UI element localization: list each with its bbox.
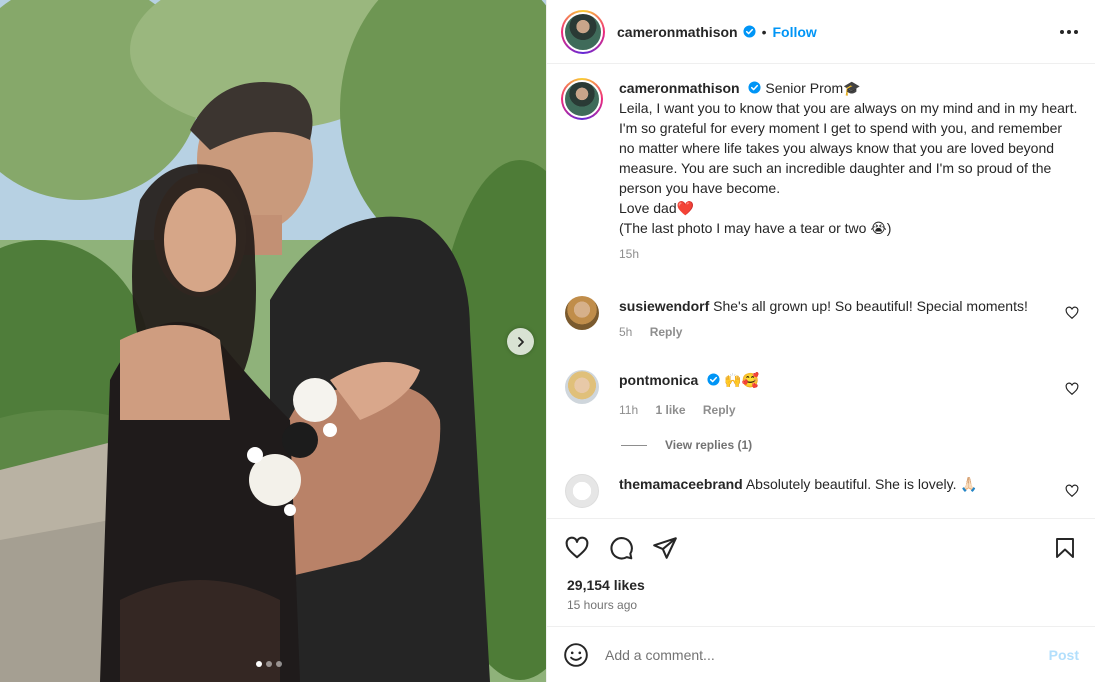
save-button[interactable] [1051, 534, 1079, 562]
action-bar [563, 519, 1079, 577]
chevron-right-icon [517, 336, 524, 347]
comment-input[interactable] [605, 646, 1049, 663]
verified-badge-icon [748, 81, 762, 94]
commenter-username[interactable]: themamaceebrand [619, 476, 743, 492]
comment-button[interactable] [607, 534, 635, 562]
carousel-next-button[interactable] [507, 328, 534, 355]
post-caption: cameronmathison Senior Prom🎓 Leila, I wa… [561, 78, 1079, 264]
comment-composer: Post [547, 626, 1095, 682]
replies-divider-line [621, 444, 647, 446]
separator-dot: • [761, 23, 767, 40]
follow-button[interactable]: Follow [773, 24, 817, 40]
comment-timestamp[interactable]: 11h [619, 403, 638, 417]
commenter-avatar[interactable] [565, 296, 599, 330]
verified-badge-icon [743, 25, 756, 38]
commenter-username[interactable]: pontmonica [619, 372, 698, 388]
post-header: cameronmathison • Follow [547, 0, 1095, 64]
caption-text: Leila, I want you to know that you are a… [619, 100, 1078, 236]
heart-icon[interactable] [1065, 484, 1079, 498]
caption-author-avatar[interactable] [561, 78, 603, 120]
comments-section[interactable]: cameronmathison Senior Prom🎓 Leila, I wa… [547, 64, 1095, 518]
like-button[interactable] [563, 534, 591, 562]
heart-icon[interactable] [1065, 306, 1079, 320]
more-options-button[interactable] [1057, 20, 1081, 44]
comment-item: susiewendorf She's all grown up! So beau… [561, 296, 1079, 342]
author-avatar[interactable] [561, 9, 605, 54]
reply-button[interactable]: Reply [703, 403, 736, 417]
verified-badge-icon [707, 373, 720, 386]
comment-item: themamaceebrand Absolutely beautiful. Sh… [561, 474, 1079, 508]
carousel-dot-3 [276, 661, 282, 667]
comment-text: She's all grown up! So beautiful! Specia… [713, 298, 1028, 314]
heart-icon[interactable] [1065, 382, 1079, 396]
comment-timestamp[interactable]: 5h [619, 325, 632, 339]
share-icon [653, 537, 677, 559]
comment-meta: 5h Reply [619, 322, 1053, 342]
comment-icon [610, 537, 633, 560]
carousel-dot-1 [256, 661, 262, 667]
comment-meta: 11h 1 like Reply [619, 400, 1053, 420]
comment-likes-count[interactable]: 1 like [655, 403, 685, 417]
post-actions-section: 29,154 likes 15 hours ago [547, 518, 1095, 626]
view-replies-button[interactable]: View replies (1) [621, 438, 1079, 452]
reply-button[interactable]: Reply [650, 325, 683, 339]
author-username[interactable]: cameronmathison [617, 24, 738, 40]
instagram-post: cameronmathison • Follow cameronmathison [0, 0, 1095, 682]
carousel-dot-2 [266, 661, 272, 667]
caption-meta: 15h [619, 244, 1079, 264]
comment-text: 🙌🥰 [724, 372, 759, 388]
commenter-avatar[interactable] [565, 370, 599, 404]
post-timestamp[interactable]: 15 hours ago [567, 598, 1079, 612]
commenter-username[interactable]: susiewendorf [619, 298, 709, 314]
post-media[interactable] [0, 0, 546, 682]
more-icon [1060, 29, 1078, 34]
bookmark-icon [1056, 538, 1074, 558]
post-comment-button[interactable]: Post [1049, 647, 1079, 663]
likes-count[interactable]: 29,154 likes [563, 577, 1079, 593]
carousel-indicator [256, 661, 282, 667]
comment-item: pontmonica 🙌🥰 11h 1 like Reply [561, 370, 1079, 420]
caption-username[interactable]: cameronmathison [619, 80, 740, 96]
post-side-panel: cameronmathison • Follow cameronmathison [546, 0, 1095, 682]
commenter-avatar[interactable] [565, 474, 599, 508]
emoji-icon[interactable] [563, 642, 589, 668]
comment-text: Absolutely beautiful. She is lovely. 🙏🏻 [745, 476, 978, 492]
post-photo [0, 0, 546, 682]
heart-icon [565, 536, 589, 559]
caption-timestamp[interactable]: 15h [619, 247, 639, 261]
caption-title: Senior Prom🎓 [765, 80, 861, 96]
view-replies-label: View replies (1) [665, 438, 753, 452]
share-button[interactable] [651, 534, 679, 562]
